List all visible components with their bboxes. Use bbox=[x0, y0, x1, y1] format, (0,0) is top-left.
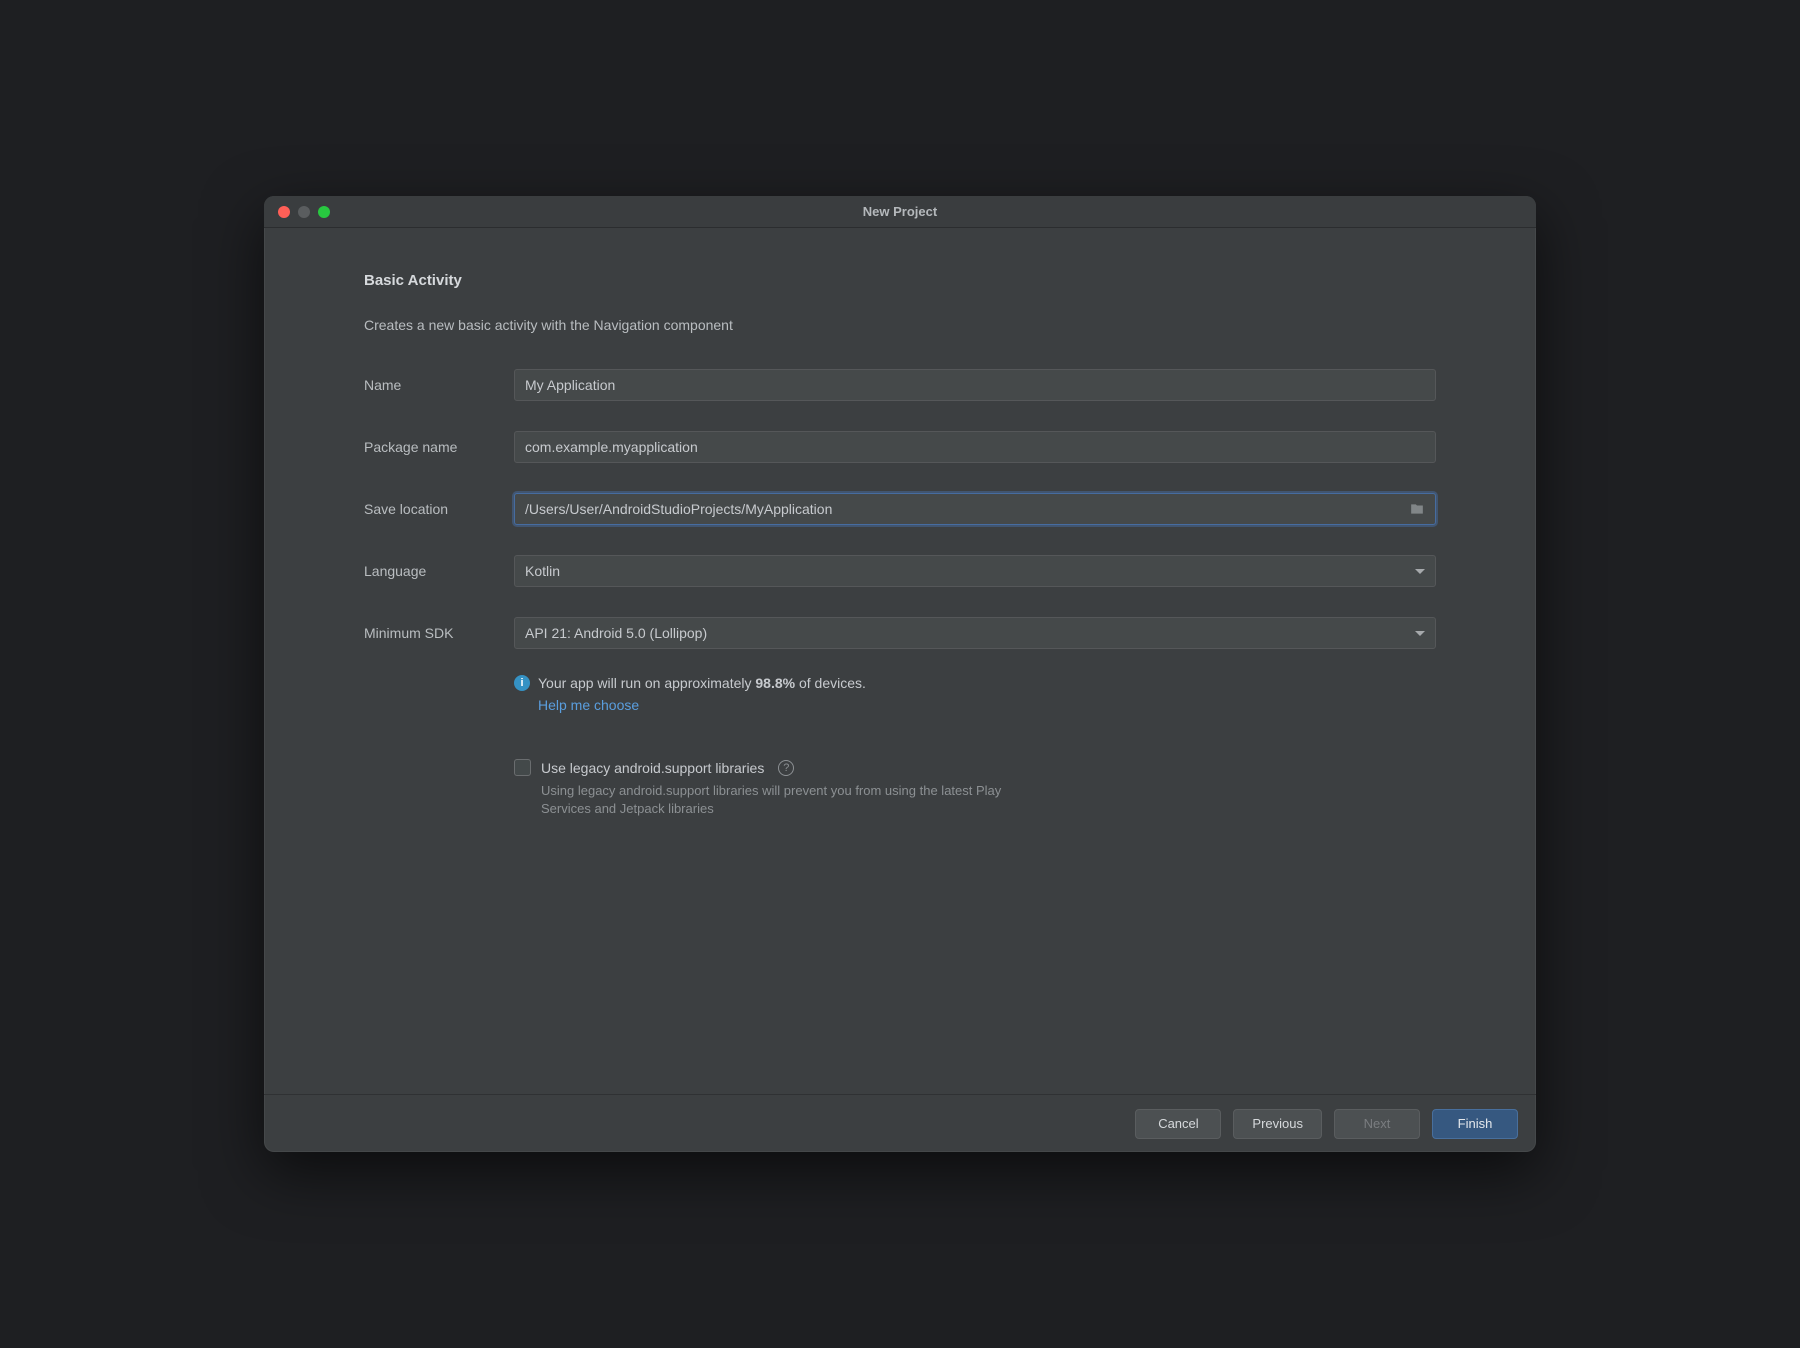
info-icon: i bbox=[514, 675, 530, 691]
dialog-content: Basic Activity Creates a new basic activ… bbox=[264, 228, 1536, 1094]
package-label: Package name bbox=[364, 439, 514, 455]
location-label: Save location bbox=[364, 501, 514, 517]
page-description: Creates a new basic activity with the Na… bbox=[364, 317, 1436, 333]
window-controls bbox=[264, 206, 330, 218]
browse-folder-icon[interactable] bbox=[1408, 502, 1426, 516]
chevron-down-icon bbox=[1415, 631, 1425, 636]
coverage-text: Your app will run on approximately 98.8%… bbox=[538, 675, 866, 691]
name-input[interactable] bbox=[514, 369, 1436, 401]
language-row: Language Kotlin bbox=[364, 555, 1436, 587]
location-input[interactable] bbox=[514, 493, 1436, 525]
minsdk-label: Minimum SDK bbox=[364, 625, 514, 641]
new-project-dialog: New Project Basic Activity Creates a new… bbox=[264, 196, 1536, 1152]
legacy-libraries-block: Use legacy android.support libraries ? U… bbox=[514, 759, 1436, 818]
language-value: Kotlin bbox=[525, 563, 560, 579]
device-coverage-info: i Your app will run on approximately 98.… bbox=[514, 675, 1436, 715]
minsdk-select[interactable]: API 21: Android 5.0 (Lollipop) bbox=[514, 617, 1436, 649]
legacy-hint: Using legacy android.support libraries w… bbox=[541, 782, 1021, 818]
name-label: Name bbox=[364, 377, 514, 393]
previous-button[interactable]: Previous bbox=[1233, 1109, 1322, 1139]
window-title: New Project bbox=[264, 204, 1536, 219]
dialog-footer: Cancel Previous Next Finish bbox=[264, 1094, 1536, 1152]
help-icon[interactable]: ? bbox=[778, 760, 794, 776]
language-select[interactable]: Kotlin bbox=[514, 555, 1436, 587]
page-heading: Basic Activity bbox=[364, 272, 1436, 289]
legacy-checkbox-label: Use legacy android.support libraries bbox=[541, 760, 764, 776]
minsdk-row: Minimum SDK API 21: Android 5.0 (Lollipo… bbox=[364, 617, 1436, 649]
finish-button[interactable]: Finish bbox=[1432, 1109, 1518, 1139]
close-window-button[interactable] bbox=[278, 206, 290, 218]
package-row: Package name bbox=[364, 431, 1436, 463]
package-input[interactable] bbox=[514, 431, 1436, 463]
language-label: Language bbox=[364, 563, 514, 579]
titlebar: New Project bbox=[264, 196, 1536, 228]
cancel-button[interactable]: Cancel bbox=[1135, 1109, 1221, 1139]
next-button: Next bbox=[1334, 1109, 1420, 1139]
minimize-window-button[interactable] bbox=[298, 206, 310, 218]
minsdk-value: API 21: Android 5.0 (Lollipop) bbox=[525, 625, 707, 641]
maximize-window-button[interactable] bbox=[318, 206, 330, 218]
location-row: Save location bbox=[364, 493, 1436, 525]
legacy-checkbox[interactable] bbox=[514, 759, 531, 776]
help-me-choose-link[interactable]: Help me choose bbox=[538, 697, 639, 713]
chevron-down-icon bbox=[1415, 569, 1425, 574]
name-row: Name bbox=[364, 369, 1436, 401]
